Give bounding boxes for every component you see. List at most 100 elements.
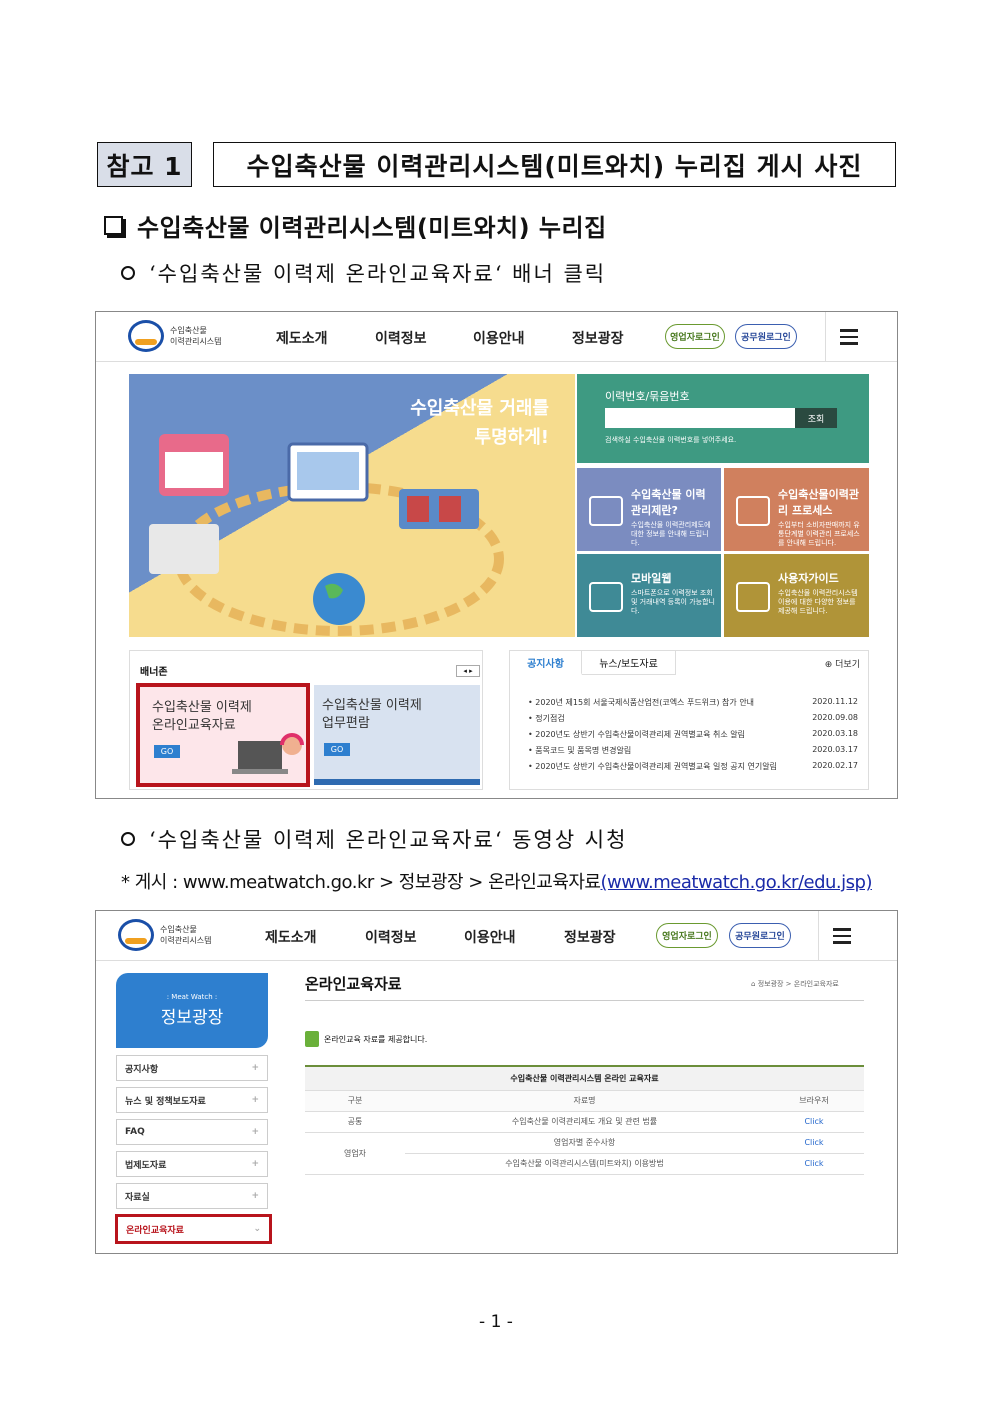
- side-menu-header: : Meat Watch : 정보광장: [116, 973, 268, 1048]
- side-item-archive[interactable]: 자료실 +: [116, 1183, 268, 1209]
- bullet-1-text: ‘수입축산물 이력제 온라인교육자료‘ 배너 클릭: [149, 262, 607, 286]
- tab-notice[interactable]: 공지사항: [510, 651, 582, 675]
- banner-online-education[interactable]: 수입축산물 이력제 온라인교육자료 GO: [136, 683, 310, 787]
- nav-trace[interactable]: 이력정보: [375, 328, 427, 348]
- site-header: 수입축산물 이력관리시스템 제도소개 이력정보 이용안내 정보광장 영업자로그인 …: [96, 312, 897, 362]
- tile-title: 모바일웹: [631, 572, 672, 585]
- site-logo[interactable]: 수입축산물이력관리시스템: [118, 919, 212, 951]
- menu-icon[interactable]: [825, 312, 871, 362]
- screenshot-education-page: 수입축산물 이력관리시스템 제도소개 이력정보 이용안내 정보광장 영업자로그인 …: [95, 910, 898, 1254]
- screenshot-homepage: 수입축산물 이력관리시스템 제도소개 이력정보 이용안내 정보광장 영업자로그인 …: [95, 311, 898, 799]
- note-text: * 게시 : www.meatwatch.go.kr > 정보광장 > 온라인교…: [121, 872, 601, 893]
- logo-text-1: 수입축산물: [170, 326, 207, 335]
- breadcrumb-text: 정보광장 > 온라인교육자료: [757, 980, 839, 988]
- logo-text-1: 수입축산물: [160, 925, 197, 934]
- official-login-button[interactable]: 공무원로그인: [729, 923, 791, 948]
- side-item-law[interactable]: 법제도자료 +: [116, 1151, 268, 1177]
- ref-label: 참고 1: [97, 142, 192, 187]
- banner1-line1: 수입축산물 이력제: [152, 700, 252, 715]
- square-bullet-icon: [104, 216, 123, 235]
- hand-guide-icon: [736, 582, 770, 612]
- hero-banner: 수입축산물 거래를 투명하게!: [129, 374, 575, 637]
- bullet-2: ‘수입축산물 이력제 온라인교육자료‘ 동영상 시청: [121, 824, 627, 854]
- banner-pager-icon[interactable]: ◂ ▸: [456, 665, 480, 677]
- banner-work-manual[interactable]: 수입축산물 이력제업무편람 GO: [314, 685, 480, 785]
- side-item-online-education[interactable]: 온라인교육자료 ⌄: [115, 1214, 272, 1244]
- table-title: 수입축산물 이력관리시스템 온라인 교육자료: [305, 1066, 864, 1091]
- list-item[interactable]: • 2020년도 상반기 수입축산물이력관리제 권역별교육 취소 알림 2020.…: [528, 729, 858, 740]
- trace-search-panel: 이력번호/묶음번호 조회 검색하실 수입축산물 이력번호를 넣어주세요.: [577, 374, 869, 463]
- site-logo[interactable]: 수입축산물이력관리시스템: [128, 320, 222, 352]
- side-item-notice[interactable]: 공지사항 +: [116, 1055, 268, 1081]
- tile-user-guide[interactable]: 사용자가이드수입축산물 이력관리시스템 이용에 대한 다양한 정보를 제공해 드…: [724, 554, 869, 637]
- source-note: * 게시 : www.meatwatch.go.kr > 정보광장 > 온라인교…: [121, 868, 872, 894]
- list-item[interactable]: • 2020년도 상반기 수입축산물이력관리제 권역별교육 일정 공지 연기알림…: [528, 761, 858, 772]
- table-row: 영업자 영업자별 준수사항 Click: [305, 1132, 864, 1175]
- business-login-button[interactable]: 영업자로그인: [656, 923, 718, 948]
- circle-bullet-icon: [121, 266, 135, 280]
- search-label: 이력번호/묶음번호: [605, 390, 690, 403]
- click-link[interactable]: Click: [764, 1153, 864, 1175]
- mobile-icon: [589, 582, 623, 612]
- notice-panel: 공지사항 뉴스/보도자료 ⊕ 더보기 • 2020년 제15회 서울국제식품산업…: [509, 650, 869, 790]
- tile-process[interactable]: 수입축산물이력관리 프로세스 수입부터 소비자판매까지 유통단계별 이력관리 프로…: [724, 468, 869, 551]
- col-header: 구분: [305, 1090, 405, 1112]
- col-header: 브라우저: [764, 1090, 864, 1112]
- ref-title: 수입축산물 이력관리시스템(미트와치) 누리집 게시 사진: [213, 142, 896, 187]
- tile-desc: 수입축산물 이력관리제도에 대한 정보를 안내해 드립니다.: [631, 521, 711, 547]
- business-login-button[interactable]: 영업자로그인: [665, 324, 725, 349]
- tile-desc: 수입부터 소비자판매까지 유통단계별 이력관리 프로세스를 안내해 드립니다.: [778, 521, 860, 547]
- laptop-user-icon: [232, 733, 304, 774]
- search-hint: 검색하실 수입축산물 이력번호를 넣어주세요.: [605, 436, 737, 444]
- more-label: 더보기: [835, 660, 860, 670]
- nav-guide[interactable]: 이용안내: [464, 927, 516, 947]
- banner2-line1: 수입축산물 이력제: [322, 698, 422, 713]
- go-button[interactable]: GO: [154, 745, 180, 758]
- side-item-faq[interactable]: FAQ +: [116, 1119, 268, 1145]
- site-header: 수입축산물 이력관리시스템 제도소개 이력정보 이용안내 정보광장 영업자로그인 …: [96, 911, 897, 961]
- nav-intro[interactable]: 제도소개: [276, 328, 328, 348]
- bullet-1: ‘수입축산물 이력제 온라인교육자료‘ 배너 클릭: [121, 258, 606, 288]
- logo-text-2: 이력관리시스템: [170, 337, 222, 346]
- tile-system-intro[interactable]: 수입축산물 이력관리제란? 수입축산물 이력관리제도에 대한 정보를 안내해 드립…: [577, 468, 721, 551]
- nav-guide[interactable]: 이용안내: [473, 328, 525, 348]
- official-login-button[interactable]: 공무원로그인: [735, 324, 797, 349]
- search-button[interactable]: 조회: [795, 408, 837, 428]
- section-heading: 수입축산물 이력관리시스템(미트와치) 누리집: [104, 208, 607, 243]
- click-link[interactable]: Click: [764, 1132, 864, 1154]
- click-link[interactable]: Click: [764, 1111, 864, 1133]
- table-row: 공통 수입축산물 이력관리제도 개요 및 관련 법률 Click: [305, 1111, 864, 1133]
- trace-number-input[interactable]: [605, 408, 795, 428]
- nav-info[interactable]: 정보광장: [572, 328, 624, 348]
- nav-intro[interactable]: 제도소개: [265, 927, 317, 947]
- nav-info[interactable]: 정보광장: [564, 927, 616, 947]
- section-title: 수입축산물 이력관리시스템(미트와치) 누리집: [137, 214, 607, 242]
- monitor-icon: [589, 496, 623, 526]
- tab-news[interactable]: 뉴스/보도자료: [582, 651, 676, 675]
- note-url-link[interactable]: (www.meatwatch.go.kr/edu.jsp): [601, 872, 873, 893]
- list-item[interactable]: • 품목코드 및 품목명 변경알림 2020.03.17: [528, 745, 858, 756]
- tile-desc: 스마트폰으로 이력정보 조회 및 거래내역 등록이 가능합니다.: [631, 589, 715, 615]
- intro-label: 온라인교육 자료를 제공합니다.: [324, 1034, 428, 1044]
- go-button[interactable]: GO: [324, 743, 350, 756]
- more-link[interactable]: ⊕ 더보기: [825, 657, 860, 670]
- page-number: - 1 -: [479, 1312, 513, 1332]
- home-icon[interactable]: ⌂: [751, 980, 755, 988]
- logo-emblem-icon: [128, 320, 164, 352]
- side-item-news[interactable]: 뉴스 및 정책보도자료 +: [116, 1087, 268, 1113]
- hero-text-1: 수입축산물 거래를: [410, 398, 549, 419]
- tile-desc: 수입축산물 이력관리시스템 이용에 대한 다양한 정보를 제공해 드립니다.: [778, 589, 858, 615]
- nav-trace[interactable]: 이력정보: [365, 927, 417, 947]
- logo-text-2: 이력관리시스템: [160, 936, 212, 945]
- banner2-line2: 업무편람: [322, 716, 370, 731]
- circle-bullet-icon: [121, 832, 135, 846]
- process-icon: [736, 496, 770, 526]
- tile-title: 사용자가이드: [778, 572, 839, 585]
- bullet-2-text: ‘수입축산물 이력제 온라인교육자료‘ 동영상 시청: [149, 828, 628, 852]
- list-item[interactable]: • 2020년 제15회 서울국제식품산업전(코엑스 푸드위크) 참가 안내 20…: [528, 697, 858, 708]
- menu-icon[interactable]: [818, 911, 864, 961]
- list-item[interactable]: • 정기점검 2020.09.08: [528, 713, 858, 724]
- side-small-label: : Meat Watch :: [166, 993, 218, 1001]
- breadcrumb: ⌂ 정보광장 > 온라인교육자료: [751, 979, 839, 989]
- tile-mobile-web[interactable]: 모바일웹스마트폰으로 이력정보 조회 및 거래내역 등록이 가능합니다.: [577, 554, 721, 637]
